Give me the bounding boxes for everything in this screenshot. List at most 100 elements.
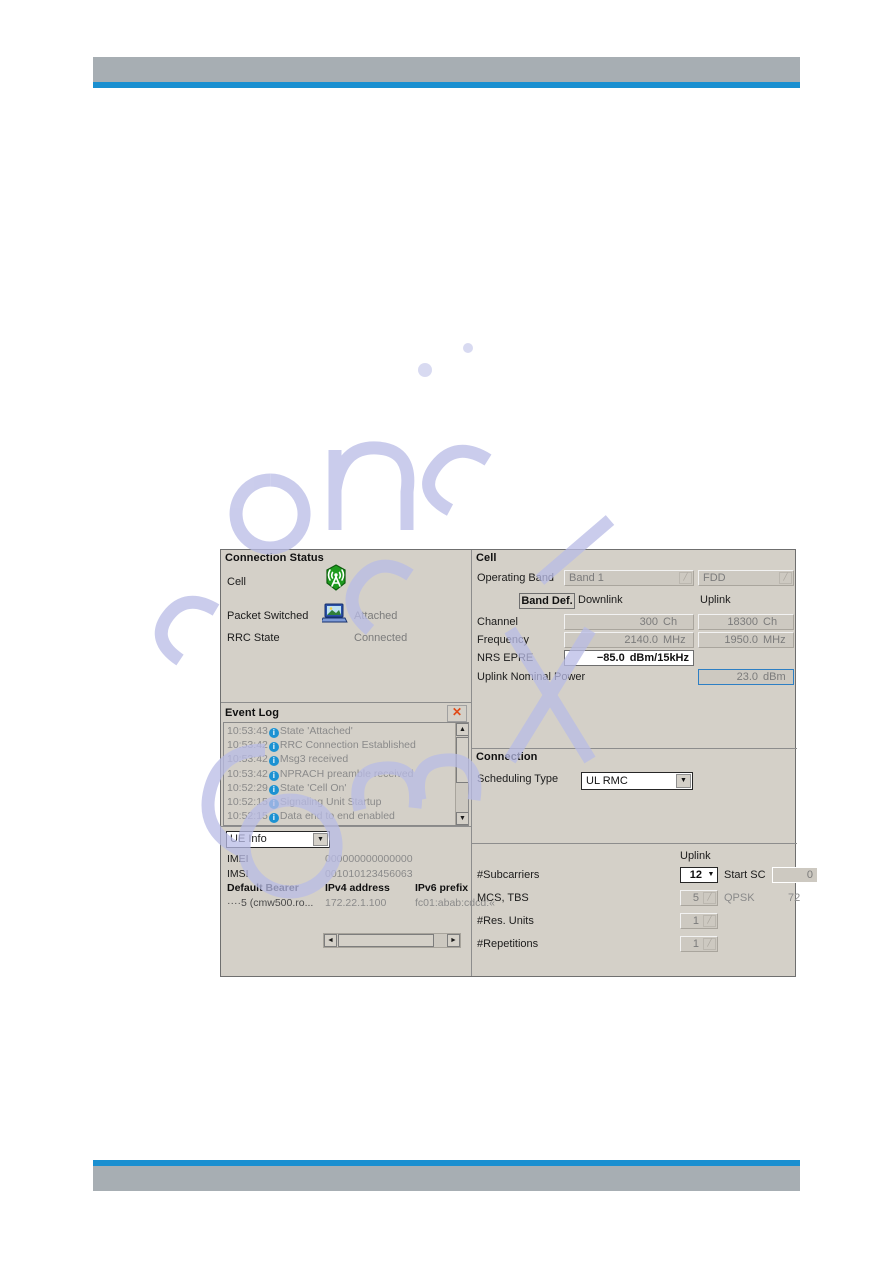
nrs-epre-label: NRS EPRE	[477, 652, 534, 664]
scroll-up-icon[interactable]: ▲	[456, 723, 468, 736]
connection-status-row-rrc-value: Connected	[354, 632, 408, 644]
bearer-cell: ····5 (cmw500.ro...	[227, 896, 314, 909]
event-message: RRC Connection Established	[279, 739, 416, 752]
operating-band-field[interactable]: Band 1 ╱	[564, 570, 694, 586]
event-time: 10:52:15	[227, 810, 268, 823]
page-header-bar	[93, 57, 800, 82]
chevron-down-icon[interactable]: ▼	[313, 833, 328, 846]
cell-panel-title: Cell	[476, 552, 497, 564]
list-item[interactable]: 10:52:15 i Data end to end enabled	[227, 809, 454, 824]
list-item[interactable]: 10:52:29 i State 'Cell On'	[227, 781, 454, 795]
frequency-downlink-field[interactable]: 2140.0 MHz	[564, 632, 694, 648]
event-message: State 'Attached'	[279, 725, 353, 737]
right-column: Cell Operating Band Band 1 ╱ FDD ╱ Band …	[471, 550, 818, 976]
event-message: NPRACH preamble received	[279, 767, 414, 780]
connection-status-panel: Connection Status Cell Packet Switched A…	[221, 550, 471, 702]
chevron-down-icon[interactable]: ▼	[707, 871, 715, 879]
subcarriers-value: 12	[689, 869, 702, 881]
start-sc-value: 0	[806, 869, 813, 881]
channel-downlink-unit: Ch	[663, 616, 678, 628]
info-icon: i	[268, 728, 279, 738]
event-time: 10:53:42	[227, 767, 268, 780]
event-time: 10:52:15	[227, 795, 268, 808]
channel-uplink-field[interactable]: 18300 Ch	[698, 614, 794, 630]
ue-info-selected-label: UE Info	[230, 833, 267, 845]
spinner-icon[interactable]: ╱	[703, 938, 716, 950]
frequency-uplink-field[interactable]: 1950.0 MHz	[698, 632, 794, 648]
ue-info-grid: IMEI 000000000000000 IMSI 00101012345606…	[227, 852, 495, 911]
operating-band-label: Operating Band	[477, 572, 555, 584]
event-log-list[interactable]: 10:53:43 i State 'Attached' 10:53:42 i RRC C…	[223, 722, 469, 826]
connection-panel: Connection Scheduling Type UL RMC ▼	[472, 748, 797, 843]
connection-status-row-cell-label: Cell	[227, 576, 246, 588]
ue-info-bearer-header: Default Bearer IPv4 address IPv6 prefix	[227, 881, 468, 896]
modulation-value: QPSK	[724, 892, 755, 904]
chevron-down-icon[interactable]: ▼	[676, 774, 691, 788]
uplink-params-column-header: Uplink	[680, 850, 711, 862]
uplink-nominal-power-unit: dBm	[763, 671, 786, 683]
scroll-right-icon[interactable]: ►	[447, 934, 460, 947]
scheduling-type-select[interactable]: UL RMC ▼	[581, 772, 693, 790]
ue-info-horizontal-scrollbar[interactable]: ◄ ►	[323, 933, 461, 948]
chevron-down-icon[interactable]: ╱	[779, 572, 792, 584]
ipv4-cell: 172.22.1.100	[325, 896, 387, 909]
repetitions-field[interactable]: 1 ╱	[680, 936, 718, 952]
mcs-field[interactable]: 5 ╱	[680, 890, 718, 906]
start-sc-field[interactable]: 0	[772, 867, 818, 883]
ue-info-imsi-row: IMSI 001010123456063	[227, 867, 467, 882]
event-message: Signaling Unit Startup	[279, 795, 382, 808]
res-units-field[interactable]: 1 ╱	[680, 913, 718, 929]
connection-panel-title: Connection	[476, 751, 538, 763]
scrollbar-thumb[interactable]	[338, 934, 434, 947]
start-sc-label: Start SC	[724, 869, 766, 881]
info-icon: i	[268, 813, 279, 824]
channel-label: Channel	[477, 616, 518, 628]
scroll-left-icon[interactable]: ◄	[324, 934, 337, 947]
table-row[interactable]: ····5 (cmw500.ro... 172.22.1.100 fc01:ab…	[227, 896, 495, 911]
spinner-icon[interactable]: ╱	[703, 915, 716, 927]
info-icon: i	[268, 798, 279, 809]
channel-uplink-value: 18300	[727, 616, 758, 628]
close-icon[interactable]: ✕	[447, 705, 467, 722]
subcarriers-select[interactable]: 12 ▼	[680, 867, 718, 883]
list-item[interactable]: 10:53:42 i Msg3 received	[227, 752, 454, 767]
page-header-accent-rule	[93, 82, 800, 88]
nrs-epre-field[interactable]: −85.0 dBm/15kHz	[564, 650, 694, 666]
channel-downlink-field[interactable]: 300 Ch	[564, 614, 694, 630]
event-message: Data end to end enabled	[279, 810, 395, 823]
info-icon: i	[268, 742, 279, 753]
list-item[interactable]: 10:52:15 i Signaling Unit Startup	[227, 795, 454, 809]
tbs-value: 72	[788, 892, 801, 904]
uplink-nominal-power-value: 23.0	[736, 671, 758, 683]
connection-status-row-ps-value: Attached	[354, 610, 398, 622]
uplink-nominal-power-label: Uplink Nominal Power	[477, 671, 586, 683]
chevron-down-icon[interactable]: ╱	[679, 572, 692, 584]
list-item[interactable]: 10:53:42 i NPRACH preamble received	[227, 767, 454, 781]
event-log-panel: Event Log ✕ 10:53:43 i State 'Attached' 10…	[221, 702, 471, 826]
mcs-tbs-label: MCS, TBS	[477, 892, 529, 904]
spinner-icon[interactable]: ╱	[703, 892, 716, 904]
uplink-nominal-power-field[interactable]: 23.0 dBm	[698, 669, 794, 685]
scheduling-type-label: Scheduling Type	[477, 773, 559, 785]
nrs-epre-unit: dBm/15kHz	[629, 652, 689, 664]
ue-info-selector[interactable]: UE Info ▼	[226, 831, 330, 848]
channel-uplink-unit: Ch	[763, 616, 778, 628]
event-log-scrollbar[interactable]: ▲ ▼	[455, 723, 468, 825]
cell-tower-icon	[321, 564, 351, 594]
scroll-down-icon[interactable]: ▼	[456, 812, 468, 825]
band-def-button[interactable]: Band Def.	[519, 593, 575, 609]
ue-info-imei-row: IMEI 000000000000000	[227, 852, 467, 867]
res-units-label: #Res. Units	[477, 915, 534, 927]
list-item[interactable]: 10:53:43 i State 'Attached'	[227, 724, 454, 738]
cell-panel: Cell Operating Band Band 1 ╱ FDD ╱ Band …	[472, 550, 797, 748]
frequency-downlink-value: 2140.0	[624, 634, 658, 646]
left-column: Connection Status Cell Packet Switched A…	[221, 550, 495, 976]
event-message: State 'Cell On'	[279, 781, 347, 794]
scheduling-type-value: UL RMC	[586, 775, 628, 787]
event-time: 10:52:29	[227, 781, 268, 794]
info-icon: i	[268, 784, 279, 795]
duplex-mode-field[interactable]: FDD ╱	[698, 570, 794, 586]
ue-info-panel: UE Info ▼ IMEI 000000000000000 IMSI 0010…	[221, 826, 495, 955]
list-item[interactable]: 10:53:42 i RRC Connection Established	[227, 738, 454, 753]
scrollbar-thumb[interactable]	[456, 737, 468, 783]
